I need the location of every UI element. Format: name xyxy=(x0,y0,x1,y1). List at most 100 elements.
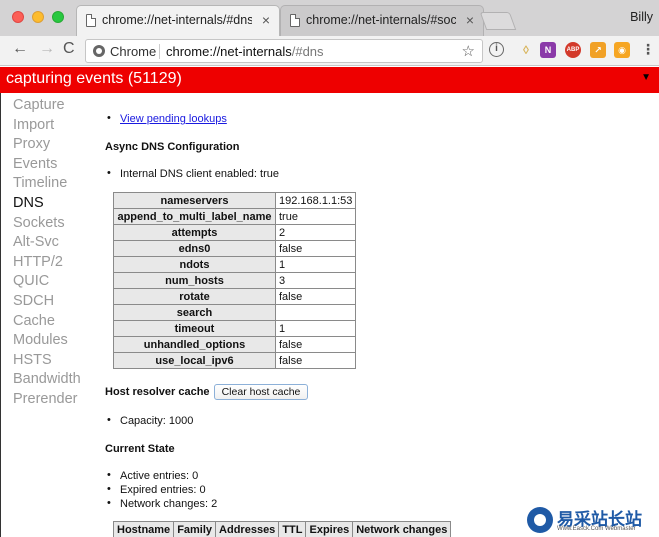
dns-config-row: edns0 false xyxy=(113,240,357,257)
config-key: unhandled_options xyxy=(113,336,276,353)
sidebar-item-import[interactable]: Import xyxy=(13,117,54,133)
url-path: /#dns xyxy=(291,44,324,59)
menu-icon[interactable]: ⋮ xyxy=(640,42,656,58)
config-value: true xyxy=(274,208,357,225)
host-cache-header-row: Hostname Family Addresses TTL Expires Network… xyxy=(112,521,452,537)
adblock-icon[interactable]: ABP xyxy=(565,42,581,58)
new-tab-button[interactable] xyxy=(479,12,517,30)
sidebar-item-proxy[interactable]: Proxy xyxy=(13,136,50,152)
url-text[interactable]: chrome://net-internals/#dns xyxy=(166,44,324,59)
config-key: attempts xyxy=(113,224,276,241)
info-icon[interactable]: i xyxy=(489,42,504,57)
config-key: search xyxy=(113,304,276,321)
config-value: 192.168.1.1:53 xyxy=(274,192,357,209)
sidebar-item-sdch[interactable]: SDCH xyxy=(13,293,54,309)
view-pending-lookups-link[interactable]: View pending lookups xyxy=(120,113,227,125)
capture-status-text: capturing events (51129) xyxy=(6,70,182,87)
dns-view: View pending lookups Async DNS Configura… xyxy=(95,93,659,537)
dropdown-arrow-icon[interactable]: ▼ xyxy=(641,72,651,83)
page-icon xyxy=(290,14,300,27)
sidebar-item-cache[interactable]: Cache xyxy=(13,313,55,329)
config-value xyxy=(274,304,357,321)
host-cache-column-header: TTL xyxy=(278,521,307,537)
tab-sockets[interactable]: chrome://net-internals/#socke × xyxy=(280,5,484,36)
bookmark-star-icon[interactable]: ☆ xyxy=(462,42,475,60)
network-changes-item: Network changes: 2 xyxy=(107,497,217,510)
host-cache-table: Hostname Family Addresses TTL Expires Network… xyxy=(112,521,452,537)
sidebar-item-events[interactable]: Events xyxy=(13,156,57,172)
async-dns-heading: Async DNS Configuration xyxy=(105,141,240,153)
dns-config-row: append_to_multi_label_name true xyxy=(113,208,357,225)
dns-config-row: attempts 2 xyxy=(113,224,357,241)
active-entries-item: Active entries: 0 xyxy=(107,469,198,482)
tab-title: chrome://net-internals/#dns xyxy=(102,13,252,27)
expired-entries-item: Expired entries: 0 xyxy=(107,483,206,496)
watermark-en-text: Www.Easck.Com Webmaster xyxy=(557,526,636,532)
sidebar-item-prerender[interactable]: Prerender xyxy=(13,391,77,407)
dns-config-row: search xyxy=(113,304,357,321)
sidebar-item-modules[interactable]: Modules xyxy=(13,332,68,348)
sidebar-item-hsts[interactable]: HSTS xyxy=(13,352,52,368)
config-value: 1 xyxy=(274,256,357,273)
host-cache-column-header: Hostname xyxy=(112,521,175,537)
clear-host-cache-button[interactable]: Clear host cache xyxy=(214,384,308,400)
sidebar-item-alt-svc[interactable]: Alt-Svc xyxy=(13,234,59,250)
sidebar-item-sockets[interactable]: Sockets xyxy=(13,215,65,231)
profile-name[interactable]: Billy xyxy=(630,10,653,24)
config-key: edns0 xyxy=(113,240,276,257)
omnibox-separator xyxy=(159,44,160,59)
site-label: Chrome xyxy=(110,44,157,59)
tab-strip: chrome://net-internals/#dns × chrome://n… xyxy=(0,0,659,36)
sidebar-item-dns[interactable]: DNS xyxy=(13,195,44,211)
dns-config-row: unhandled_options false xyxy=(113,336,357,353)
config-value: false xyxy=(274,336,357,353)
config-value: false xyxy=(274,240,357,257)
chart-extension-icon[interactable]: ↗ xyxy=(590,42,606,58)
close-tab-icon[interactable]: × xyxy=(466,12,474,28)
host-cache-column-header: Addresses xyxy=(215,521,280,537)
host-resolver-cache-label: Host resolver cache xyxy=(105,386,210,398)
host-cache-column-header: Expires xyxy=(305,521,354,537)
config-key: append_to_multi_label_name xyxy=(113,208,276,225)
sidebar-item-timeline[interactable]: Timeline xyxy=(13,175,67,191)
dns-config-row: timeout 1 xyxy=(113,320,357,337)
sidebar-item-quic[interactable]: QUIC xyxy=(13,273,49,289)
note-extension-icon[interactable]: ◉ xyxy=(614,42,630,58)
internal-dns-client-status: Internal DNS client enabled: true xyxy=(107,167,279,180)
tab-title: chrome://net-internals/#socke xyxy=(306,13,456,27)
host-cache-column-header: Network changes xyxy=(352,521,452,537)
close-tab-icon[interactable]: × xyxy=(262,12,270,28)
net-internals-sidebar: Capture Import Proxy Events Timeline DNS… xyxy=(0,93,95,537)
sidebar-item-bandwidth[interactable]: Bandwidth xyxy=(13,371,81,387)
dns-config-row: use_local_ipv6 false xyxy=(113,352,357,369)
capture-status-bar[interactable]: capturing events (51129) ▼ xyxy=(0,67,659,93)
config-value: 3 xyxy=(274,272,357,289)
config-key: nameservers xyxy=(113,192,276,209)
config-key: use_local_ipv6 xyxy=(113,352,276,369)
chrome-site-icon[interactable] xyxy=(93,45,105,57)
dns-config-row: ndots 1 xyxy=(113,256,357,273)
config-value: false xyxy=(274,352,357,369)
window-minimize-button[interactable] xyxy=(32,11,44,23)
window-close-button[interactable] xyxy=(12,11,24,23)
config-value: false xyxy=(274,288,357,305)
config-value: 1 xyxy=(274,320,357,337)
sidebar-item-http2[interactable]: HTTP/2 xyxy=(13,254,63,270)
capacity-item: Capacity: 1000 xyxy=(107,414,193,427)
dns-config-table: nameservers 192.168.1.1:53 append_to_multi… xyxy=(113,192,357,369)
config-value: 2 xyxy=(274,224,357,241)
dns-config-row: num_hosts 3 xyxy=(113,272,357,289)
window-maximize-button[interactable] xyxy=(52,11,64,23)
onenote-icon[interactable]: N xyxy=(540,42,556,58)
reload-button[interactable]: C xyxy=(63,40,75,58)
host-cache-column-header: Family xyxy=(173,521,217,537)
config-key: ndots xyxy=(113,256,276,273)
browser-toolbar: ← → C Chrome chrome://net-internals/#dns… xyxy=(0,36,659,66)
back-button[interactable]: ← xyxy=(12,40,28,58)
sidebar-item-capture[interactable]: Capture xyxy=(13,97,65,113)
tab-dns[interactable]: chrome://net-internals/#dns × xyxy=(76,5,280,36)
url-host: chrome://net-internals xyxy=(166,44,292,59)
extension-faded-icon[interactable]: ◊ xyxy=(518,42,534,58)
forward-button[interactable]: → xyxy=(39,40,55,58)
address-bar[interactable]: Chrome chrome://net-internals/#dns ☆ xyxy=(85,39,483,63)
